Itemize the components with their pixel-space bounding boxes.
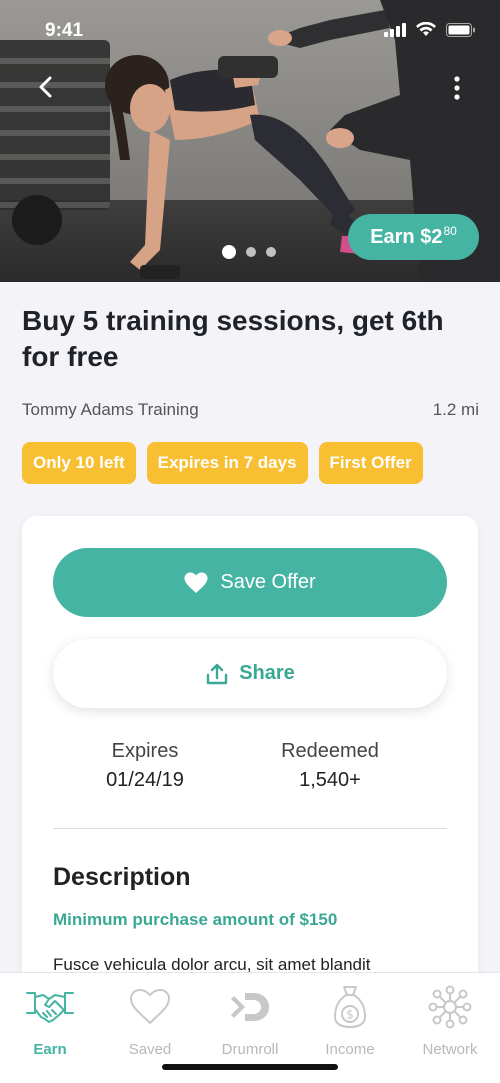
minimum-purchase: Minimum purchase amount of $150 — [53, 910, 338, 929]
signal-icon — [384, 22, 406, 37]
save-offer-label: Save Offer — [220, 571, 316, 593]
tab-saved[interactable]: Saved — [100, 985, 200, 1058]
back-chevron-icon[interactable] — [34, 74, 60, 100]
redeemed-value: 1,540+ — [299, 769, 361, 791]
network-icon — [428, 985, 472, 1029]
expires-value: 01/24/19 — [106, 769, 184, 791]
redeemed-label: Redeemed — [281, 740, 379, 762]
tab-drumroll[interactable]: Drumroll — [200, 985, 300, 1058]
share-button[interactable]: Share — [53, 639, 447, 708]
earn-badge: Earn $2 80 — [348, 214, 479, 260]
offer-tags: Only 10 left Expires in 7 days First Off… — [22, 442, 423, 484]
distance-label: 1.2 mi — [432, 400, 479, 419]
handshake-icon — [26, 992, 74, 1023]
tab-network[interactable]: Network — [400, 985, 500, 1058]
share-label: Share — [239, 662, 295, 684]
description-heading: Description — [53, 863, 191, 891]
offer-title: Buy 5 training sessions, get 6th for fre… — [22, 305, 444, 372]
tab-earn[interactable]: Earn — [0, 985, 100, 1058]
heart-icon — [129, 988, 171, 1025]
save-offer-button[interactable]: Save Offer — [53, 548, 447, 617]
merchant-name[interactable]: Tommy Adams Training — [22, 400, 199, 420]
drumroll-icon — [231, 993, 269, 1021]
status-icons — [384, 22, 476, 37]
more-vertical-icon[interactable] — [450, 74, 464, 102]
status-time: 9:41 — [45, 20, 84, 41]
status-bar: 9:41 — [0, 0, 500, 62]
heart-icon — [184, 572, 208, 593]
expires-label: Expires — [111, 740, 179, 762]
tab-income[interactable]: $ Income — [300, 985, 400, 1058]
carousel-dot[interactable] — [222, 245, 236, 259]
earn-amount: Earn $2 — [370, 225, 443, 248]
tab-label: Network — [422, 1041, 478, 1058]
share-icon — [207, 663, 228, 684]
tab-label: Drumroll — [221, 1041, 279, 1058]
carousel-dot[interactable] — [246, 247, 256, 257]
carousel-dots[interactable] — [222, 245, 276, 259]
tab-label: Saved — [128, 1041, 172, 1058]
redeemed-stat: Redeemed 1,540+ — [250, 740, 410, 792]
carousel-dot[interactable] — [266, 247, 276, 257]
tab-label: Earn — [33, 1041, 67, 1058]
divider — [53, 828, 447, 829]
expires-stat: Expires 01/24/19 — [65, 740, 225, 792]
tab-label: Income — [325, 1041, 375, 1058]
tag-quantity: Only 10 left — [22, 442, 136, 484]
money-bag-icon: $ — [334, 986, 366, 1028]
svg-text:$: $ — [346, 1008, 354, 1022]
battery-icon — [446, 22, 475, 37]
wifi-icon — [416, 22, 436, 36]
offer-card: Save Offer Share Expires 01/24/19 Redeem… — [22, 516, 478, 1036]
tag-first-offer: First Offer — [318, 442, 423, 484]
earn-cents: 80 — [443, 224, 457, 238]
tag-expiry: Expires in 7 days — [146, 442, 308, 484]
home-indicator — [162, 1064, 338, 1070]
